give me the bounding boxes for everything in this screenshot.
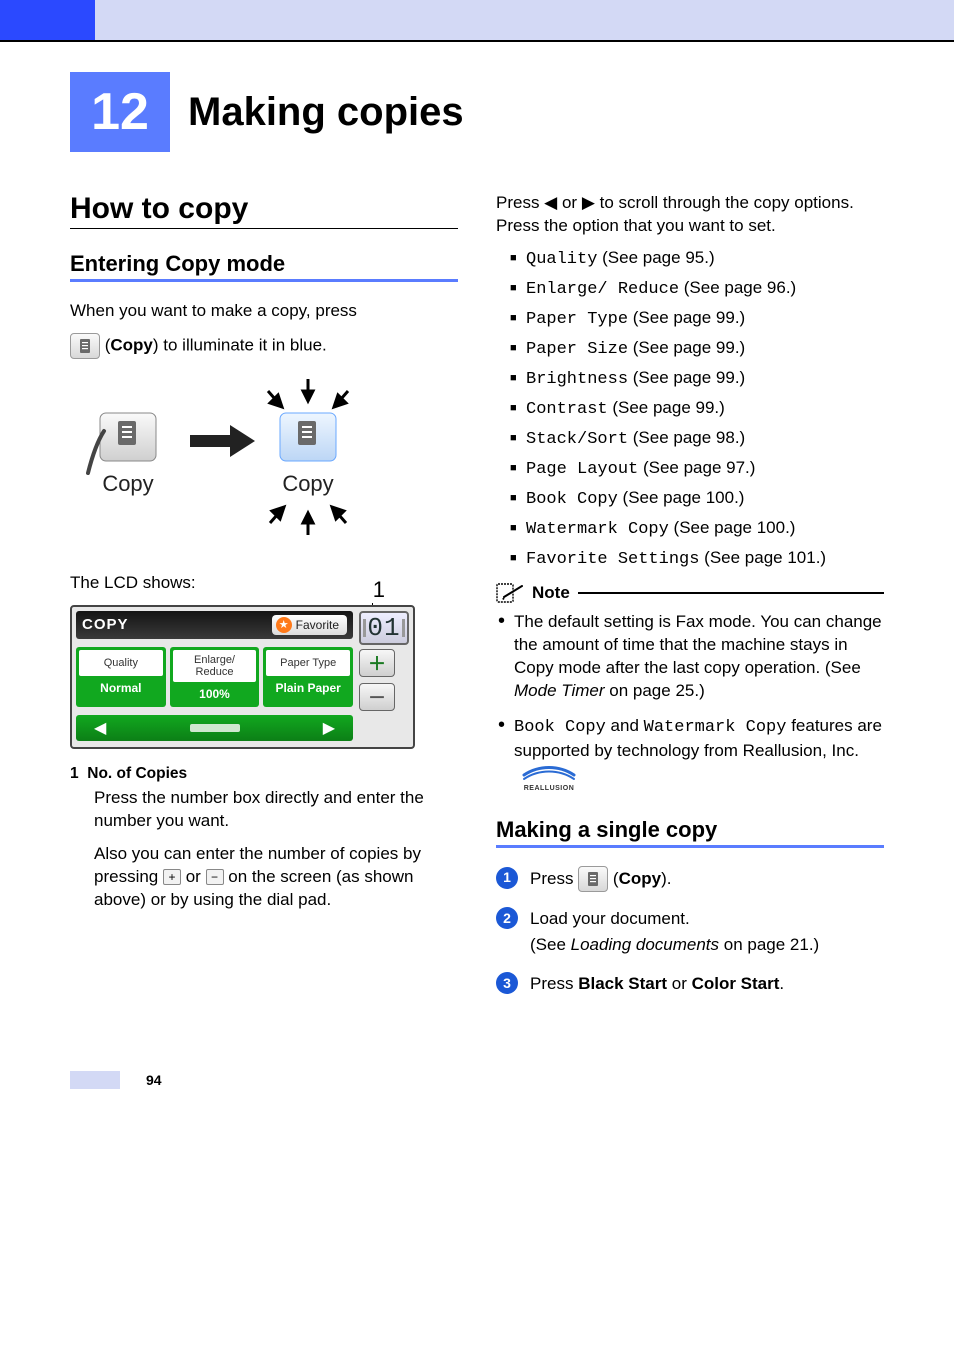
lcd-cell-value: Plain Paper	[266, 676, 350, 698]
step-item: 2 Load your document. (See Loading docum…	[496, 906, 884, 957]
step-number: 3	[496, 972, 518, 994]
copy-label-right: Copy	[282, 471, 333, 496]
note-item: The default setting is Fax mode. You can…	[496, 611, 884, 703]
list-item: Paper Size (See page 99.)	[510, 338, 884, 359]
step-item: 3 Press Black Start or Color Start.	[496, 971, 884, 997]
definition-p1: Press the number box directly and enter …	[94, 787, 454, 833]
subsection-rule	[70, 279, 458, 282]
lcd-header: COPY ★ Favorite	[76, 611, 353, 639]
right-column: Press ◀ or ▶ to scroll through the copy …	[496, 192, 884, 1011]
lcd-cell-papertype[interactable]: Paper Type Plain Paper	[263, 647, 353, 707]
copy-key-icon	[578, 866, 608, 892]
svg-text:REALLUSION: REALLUSION	[524, 785, 575, 792]
subsection-heading-single: Making a single copy	[496, 817, 884, 843]
plus-key-icon: +	[163, 869, 181, 885]
lcd-cell-label: Enlarge/ Reduce	[173, 650, 257, 682]
left-column: How to copy Entering Copy mode When you …	[70, 192, 458, 1011]
page-number: 94	[146, 1072, 162, 1088]
list-item: Watermark Copy (See page 100.)	[510, 518, 884, 539]
list-item: Page Layout (See page 97.)	[510, 458, 884, 479]
note-icon	[496, 583, 524, 603]
chapter-header: 12 Making copies	[70, 72, 884, 152]
definition-p2: Also you can enter the number of copies …	[94, 843, 454, 912]
step-number: 2	[496, 907, 518, 929]
list-item: Contrast (See page 99.)	[510, 398, 884, 419]
minus-key-icon: −	[206, 869, 224, 885]
lcd-cell-value: Normal	[79, 676, 163, 698]
top-bar	[0, 0, 954, 40]
note-item: Book Copy and Watermark Copy features ar…	[496, 715, 884, 793]
list-item: Favorite Settings (See page 101.)	[510, 548, 884, 569]
intro-2b: Copy	[110, 335, 153, 354]
step-number: 1	[496, 867, 518, 889]
callout-definition: 1 No. of Copies Press the number box dir…	[70, 765, 458, 912]
scroll-intro: Press ◀ or ▶ to scroll through the copy …	[496, 192, 884, 238]
lcd-title: COPY	[82, 616, 129, 633]
intro-line-1: When you want to make a copy, press	[70, 300, 458, 323]
note-header: Note	[496, 583, 884, 603]
chapter-title: Making copies	[188, 90, 464, 135]
section-heading: How to copy	[70, 192, 458, 229]
options-list: Quality (See page 95.) Enlarge/ Reduce (…	[496, 248, 884, 569]
favorite-label: Favorite	[296, 618, 339, 632]
chapter-number: 12	[70, 72, 170, 152]
note-title: Note	[532, 583, 570, 603]
intro-line-2: (Copy) to illuminate it in blue.	[70, 333, 458, 359]
scroll-left-icon[interactable]: ◀	[94, 718, 106, 738]
favorite-button[interactable]: ★ Favorite	[272, 615, 347, 635]
scroll-thumb[interactable]	[190, 724, 240, 732]
lcd-intro: The LCD shows:	[70, 572, 458, 595]
lcd-cell-value: 100%	[173, 682, 257, 704]
copy-key-icon	[70, 333, 100, 359]
subsection-rule	[496, 845, 884, 848]
lcd-option-row: Quality Normal Enlarge/ Reduce 100% Pape…	[76, 647, 353, 707]
copy-illustration: Copy Copy	[70, 373, 458, 558]
subsection-heading: Entering Copy mode	[70, 251, 458, 277]
copies-counter[interactable]: 01	[359, 611, 409, 645]
lcd-cell-label: Paper Type	[266, 650, 350, 676]
intro-2a: (	[100, 335, 110, 354]
lcd-cell-enlarge[interactable]: Enlarge/ Reduce 100%	[170, 647, 260, 707]
footer-tab	[70, 1071, 120, 1089]
lcd-cell-quality[interactable]: Quality Normal	[76, 647, 166, 707]
list-item: Stack/Sort (See page 98.)	[510, 428, 884, 449]
callout-number: 1	[373, 577, 385, 603]
reallusion-logo: REALLUSION	[514, 763, 584, 793]
list-item: Quality (See page 95.)	[510, 248, 884, 269]
intro-2c: ) to illuminate it in blue.	[153, 335, 327, 354]
list-item: Paper Type (See page 99.)	[510, 308, 884, 329]
list-item: Enlarge/ Reduce (See page 96.)	[510, 278, 884, 299]
minus-button[interactable]: －	[359, 683, 395, 711]
steps-list: 1 Press (Copy). 2 Load your document. (S…	[496, 866, 884, 997]
copy-label-left: Copy	[102, 471, 153, 496]
lcd-panel-wrap: 1 COPY ★ Favorite	[70, 605, 415, 749]
top-bar-accent	[0, 0, 95, 40]
star-icon: ★	[276, 617, 292, 633]
list-item: Brightness (See page 99.)	[510, 368, 884, 389]
definition-title: No. of Copies	[87, 765, 187, 782]
list-item: Book Copy (See page 100.)	[510, 488, 884, 509]
lcd-cell-label: Quality	[79, 650, 163, 676]
page-footer: 94	[70, 1071, 884, 1089]
definition-number: 1	[70, 765, 79, 782]
lcd-scrollbar[interactable]: ◀ ▶	[76, 715, 353, 741]
top-bar-fill	[95, 0, 954, 40]
definition-head: 1 No. of Copies	[70, 765, 458, 783]
plus-button[interactable]: ＋	[359, 649, 395, 677]
note-list: The default setting is Fax mode. You can…	[496, 611, 884, 793]
scroll-right-icon[interactable]: ▶	[323, 718, 335, 738]
step-item: 1 Press (Copy).	[496, 866, 884, 893]
note-rule	[578, 592, 884, 594]
lcd-panel: COPY ★ Favorite Quality Normal	[70, 605, 415, 749]
